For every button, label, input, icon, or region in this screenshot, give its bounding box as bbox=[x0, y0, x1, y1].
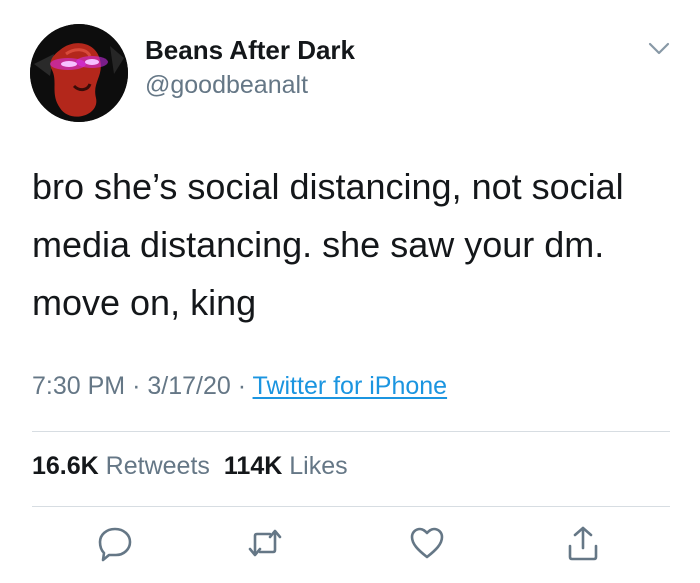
likes-stat[interactable]: 114K Likes bbox=[224, 452, 348, 480]
tweet-text-line: bro she’s social distancing, not social bbox=[32, 166, 624, 207]
likes-label: Likes bbox=[289, 452, 348, 480]
display-name[interactable]: Beans After Dark bbox=[145, 35, 355, 66]
retweets-label: Retweets bbox=[105, 452, 210, 480]
tweet-time[interactable]: 7:30 PM bbox=[32, 372, 125, 400]
tweet-text-line: media distancing. she saw your dm. bbox=[32, 224, 605, 265]
retweet-icon[interactable] bbox=[246, 524, 284, 562]
like-icon[interactable] bbox=[408, 524, 446, 562]
reply-icon[interactable] bbox=[96, 524, 134, 562]
avatar[interactable] bbox=[30, 24, 128, 122]
meta-separator: · bbox=[132, 372, 141, 400]
user-handle[interactable]: @goodbeanalt bbox=[145, 71, 308, 100]
share-icon[interactable] bbox=[564, 524, 602, 562]
tweet-text: bro she’s social distancing, not social … bbox=[32, 158, 682, 332]
meta-separator: · bbox=[237, 372, 247, 400]
tweet-text-line: move on, king bbox=[32, 282, 257, 323]
tweet-meta: 7:30 PM · 3/17/20 · Twitter for iPhone bbox=[32, 372, 447, 401]
bean-avatar-image bbox=[30, 24, 128, 122]
retweets-stat[interactable]: 16.6K Retweets bbox=[32, 452, 210, 480]
chevron-down-icon[interactable] bbox=[648, 42, 670, 56]
tweet-source-link[interactable]: Twitter for iPhone bbox=[253, 372, 448, 400]
tweet-date[interactable]: 3/17/20 bbox=[147, 372, 230, 400]
divider bbox=[32, 431, 670, 432]
divider bbox=[32, 506, 670, 507]
likes-count: 114K bbox=[223, 452, 283, 480]
retweets-count: 16.6K bbox=[32, 452, 99, 480]
tweet-stats: 16.6K Retweets 114K Likes bbox=[32, 452, 348, 481]
